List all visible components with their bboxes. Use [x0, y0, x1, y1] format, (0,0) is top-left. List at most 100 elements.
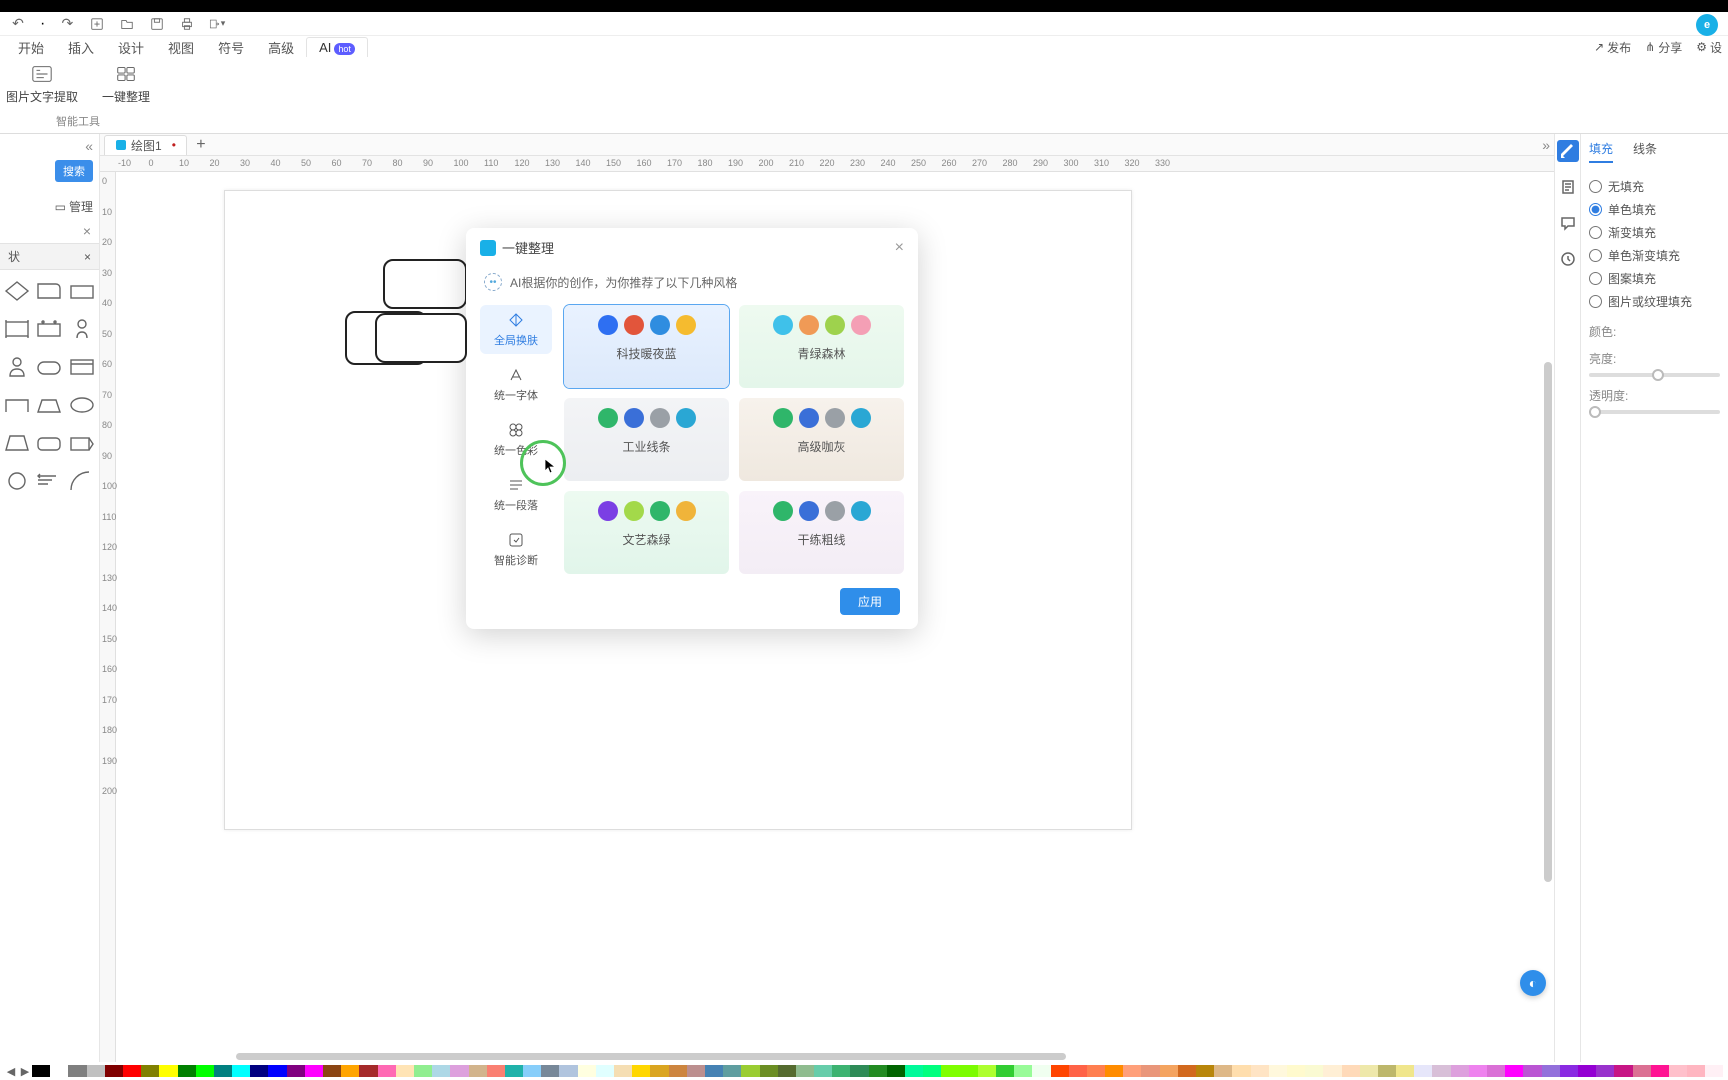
color-swatch[interactable]	[50, 1065, 68, 1077]
color-swatch[interactable]	[1560, 1065, 1578, 1077]
color-swatch[interactable]	[1523, 1065, 1541, 1077]
color-next-icon[interactable]: ▶	[18, 1065, 32, 1078]
menu-ai[interactable]: AIhot	[306, 37, 368, 57]
color-swatch[interactable]	[1032, 1065, 1050, 1077]
color-swatch[interactable]	[705, 1065, 723, 1077]
document-tab[interactable]: 绘图1 •	[104, 135, 187, 155]
shape-item[interactable]	[34, 276, 64, 306]
color-swatch[interactable]	[778, 1065, 796, 1077]
color-swatch[interactable]	[1396, 1065, 1414, 1077]
shape-item[interactable]	[2, 428, 32, 458]
color-swatch[interactable]	[141, 1065, 159, 1077]
color-swatch[interactable]	[614, 1065, 632, 1077]
shape-item[interactable]	[2, 466, 32, 496]
color-swatch[interactable]	[905, 1065, 923, 1077]
color-swatch[interactable]	[359, 1065, 377, 1077]
scrollbar-vertical[interactable]	[1544, 362, 1552, 882]
style-card[interactable]: 工业线条	[564, 398, 729, 481]
color-swatch[interactable]	[123, 1065, 141, 1077]
color-swatch[interactable]	[832, 1065, 850, 1077]
color-swatch[interactable]	[305, 1065, 323, 1077]
style-card[interactable]: 科技暖夜蓝	[564, 305, 729, 388]
color-swatch[interactable]	[996, 1065, 1014, 1077]
color-swatch[interactable]	[1651, 1065, 1669, 1077]
menu-view[interactable]: 视图	[156, 36, 206, 59]
side-color[interactable]: 统一色彩	[480, 415, 552, 464]
menu-start[interactable]: 开始	[6, 36, 56, 59]
side-font[interactable]: 统一字体	[480, 360, 552, 409]
color-swatch[interactable]	[432, 1065, 450, 1077]
color-swatch[interactable]	[541, 1065, 559, 1077]
shape-item[interactable]	[67, 428, 97, 458]
color-swatch[interactable]	[378, 1065, 396, 1077]
color-swatch[interactable]	[1014, 1065, 1032, 1077]
ocr-button[interactable]: 图片文字提取	[6, 64, 78, 105]
color-swatch[interactable]	[1323, 1065, 1341, 1077]
fill-pattern-radio[interactable]	[1589, 272, 1602, 285]
color-swatch[interactable]	[1505, 1065, 1523, 1077]
fill-mono-gradient-radio[interactable]	[1589, 249, 1602, 262]
share-button[interactable]: ⋔ 分享	[1645, 39, 1682, 56]
open-icon[interactable]	[119, 16, 135, 32]
shape-item[interactable]	[34, 428, 64, 458]
color-swatch[interactable]	[159, 1065, 177, 1077]
color-swatch[interactable]	[214, 1065, 232, 1077]
fill-none-radio[interactable]	[1589, 180, 1602, 193]
color-swatch[interactable]	[1378, 1065, 1396, 1077]
app-logo-icon[interactable]: e	[1696, 14, 1718, 36]
export-icon[interactable]: ▾	[209, 16, 225, 32]
canvas-shape[interactable]	[383, 259, 467, 309]
color-swatch[interactable]	[105, 1065, 123, 1077]
color-swatch[interactable]	[850, 1065, 868, 1077]
apply-button[interactable]: 应用	[840, 588, 900, 615]
color-swatch[interactable]	[1614, 1065, 1632, 1077]
color-swatch[interactable]	[978, 1065, 996, 1077]
style-card[interactable]: 文艺森绿	[564, 491, 729, 574]
manage-button[interactable]: ▭管理	[0, 184, 99, 219]
side-diagnose[interactable]: 智能诊断	[480, 525, 552, 574]
color-swatch[interactable]	[1687, 1065, 1705, 1077]
fill-image-radio[interactable]	[1589, 295, 1602, 308]
color-swatch[interactable]	[1123, 1065, 1141, 1077]
color-swatch[interactable]	[596, 1065, 614, 1077]
shape-item[interactable]	[2, 390, 32, 420]
style-card[interactable]: 干练粗线	[739, 491, 904, 574]
color-swatch[interactable]	[1178, 1065, 1196, 1077]
color-swatch[interactable]	[87, 1065, 105, 1077]
color-swatch[interactable]	[1232, 1065, 1250, 1077]
color-swatch[interactable]	[523, 1065, 541, 1077]
rail-page-icon[interactable]	[1557, 176, 1579, 198]
menu-insert[interactable]: 插入	[56, 36, 106, 59]
shape-item[interactable]	[67, 390, 97, 420]
shape-item[interactable]	[2, 314, 32, 344]
shape-item[interactable]	[34, 314, 64, 344]
color-swatch[interactable]	[960, 1065, 978, 1077]
color-swatch[interactable]	[723, 1065, 741, 1077]
props-tab-line[interactable]: 线条	[1633, 140, 1657, 163]
panel-close-icon[interactable]: ×	[83, 223, 91, 239]
side-skin[interactable]: 全局换肤	[480, 305, 552, 354]
color-swatch[interactable]	[1633, 1065, 1651, 1077]
shape-item[interactable]	[67, 352, 97, 382]
side-paragraph[interactable]: 统一段落	[480, 470, 552, 519]
color-swatch[interactable]	[814, 1065, 832, 1077]
color-swatch[interactable]	[1360, 1065, 1378, 1077]
brightness-slider[interactable]	[1589, 373, 1720, 377]
color-swatch[interactable]	[450, 1065, 468, 1077]
color-swatch[interactable]	[1214, 1065, 1232, 1077]
color-swatch[interactable]	[1287, 1065, 1305, 1077]
color-prev-icon[interactable]: ◀	[4, 1065, 18, 1078]
color-swatch[interactable]	[68, 1065, 86, 1077]
shape-item[interactable]	[34, 390, 64, 420]
color-swatch[interactable]	[869, 1065, 887, 1077]
color-swatch[interactable]	[559, 1065, 577, 1077]
color-swatch[interactable]	[232, 1065, 250, 1077]
color-swatch[interactable]	[1469, 1065, 1487, 1077]
shape-item[interactable]	[34, 466, 64, 496]
color-swatch[interactable]	[887, 1065, 905, 1077]
shape-item[interactable]	[67, 466, 97, 496]
save-icon[interactable]	[149, 16, 165, 32]
color-swatch[interactable]	[414, 1065, 432, 1077]
fill-solid-radio[interactable]	[1589, 203, 1602, 216]
color-swatch[interactable]	[941, 1065, 959, 1077]
